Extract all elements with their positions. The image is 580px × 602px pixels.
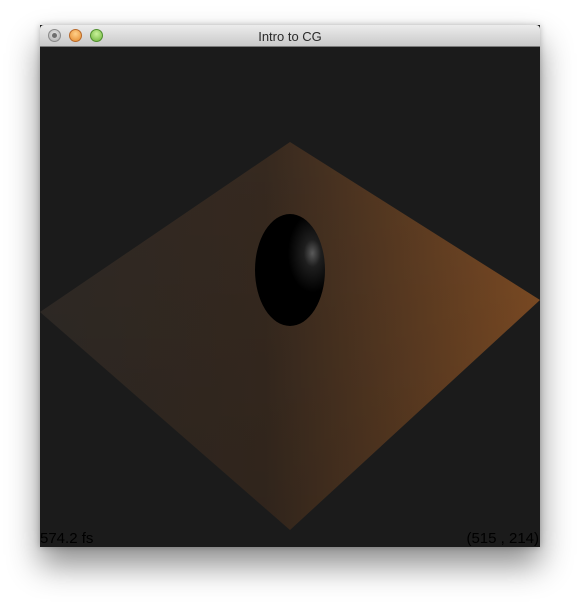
window-title: Intro to CG [258,29,322,44]
sphere [255,214,325,326]
app-window: Intro to CG 574.2 fs (515 , 214) [40,25,540,547]
gl-viewport[interactable]: 574.2 fs (515 , 214) [40,47,540,547]
title-bar[interactable]: Intro to CG [40,25,540,47]
fps-counter: 574.2 fs [40,530,94,547]
render-canvas [40,142,540,530]
ground-plane-shade [40,142,540,530]
mouse-coordinates: (515 , 214) [466,530,539,547]
